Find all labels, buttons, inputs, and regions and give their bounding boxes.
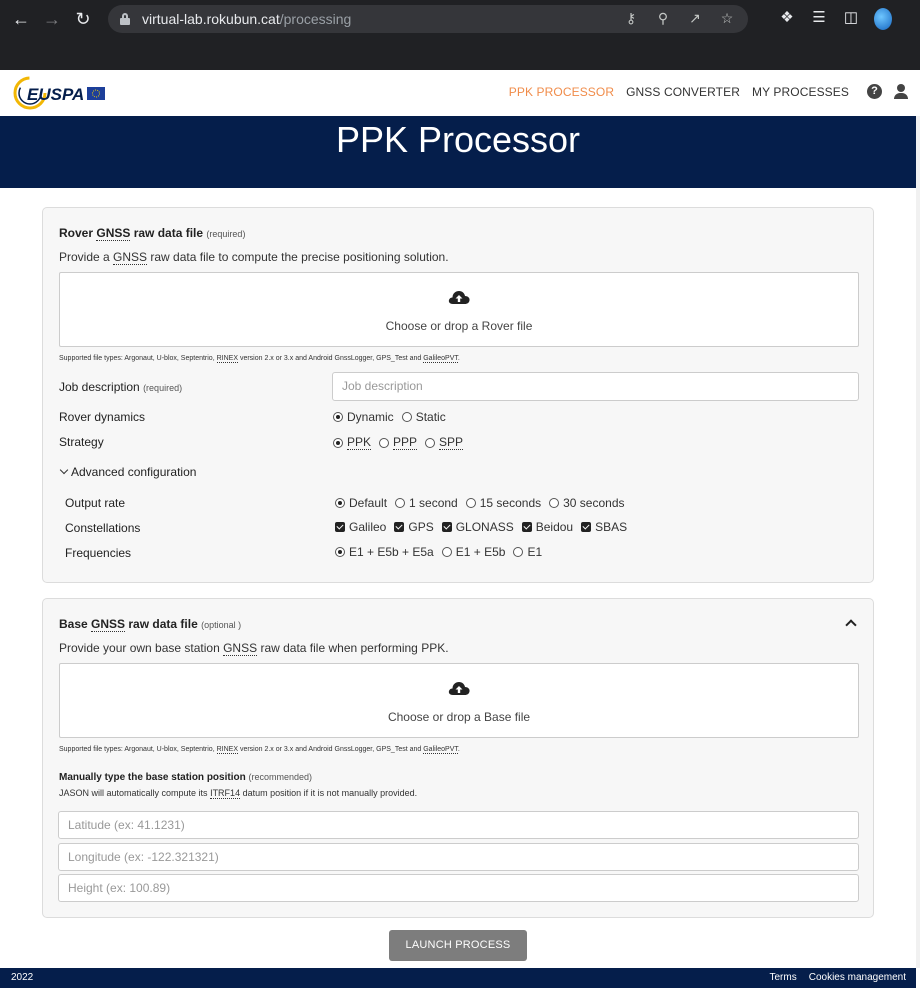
rover-section-title: Rover GNSS raw data file (required) — [59, 226, 246, 241]
app-header: EUSPA PPK PROCESSOR GNSS CONVERTER MY PR… — [0, 70, 920, 116]
zoom-icon[interactable]: ⚲ — [654, 10, 672, 27]
strategy-ppp-radio[interactable]: PPP — [379, 435, 418, 450]
share-icon[interactable]: ↗ — [686, 10, 704, 27]
nav-gnss-converter[interactable]: GNSS CONVERTER — [626, 85, 740, 99]
cloud-upload-icon — [448, 682, 470, 695]
output-rate-label: Output rate — [65, 496, 126, 510]
forward-icon[interactable]: → — [41, 8, 63, 30]
hero-banner: PPK Processor — [0, 116, 916, 188]
svg-text:EUSPA: EUSPA — [27, 85, 84, 104]
page-title: PPK Processor — [335, 119, 581, 160]
rover-dynamics-options: Dynamic Static — [333, 410, 454, 424]
rover-card: Rover GNSS raw data file (required) Prov… — [42, 207, 874, 583]
nav-my-processes[interactable]: MY PROCESSES — [752, 85, 849, 99]
profile-avatar[interactable] — [874, 8, 892, 30]
longitude-input[interactable]: Longitude (ex: -122.321321) — [58, 843, 859, 871]
output-rate-1s-radio[interactable]: 1 second — [395, 496, 458, 510]
constellation-gps-checkbox[interactable]: GPS — [394, 520, 434, 534]
constellations-options: Galileo GPS GLONASS Beidou SBAS — [335, 520, 635, 534]
frequency-e1-radio[interactable]: E1 — [513, 545, 542, 559]
base-file-dropzone[interactable]: Choose or drop a Base file — [59, 663, 859, 738]
page-scrollbar[interactable] — [916, 116, 920, 968]
extensions-icon[interactable]: ❖ — [778, 8, 796, 30]
rover-file-dropzone[interactable]: Choose or drop a Rover file — [59, 272, 859, 347]
constellation-beidou-checkbox[interactable]: Beidou — [521, 520, 573, 534]
output-rate-15s-radio[interactable]: 15 seconds — [465, 496, 541, 510]
footer-cookies-link[interactable]: Cookies management — [809, 972, 906, 983]
reload-icon[interactable]: ↻ — [72, 8, 94, 30]
dynamics-static-radio[interactable]: Static — [401, 410, 446, 424]
advanced-config-toggle[interactable]: Advanced configuration — [59, 465, 196, 479]
side-panel-icon[interactable]: ◫ — [842, 8, 860, 30]
required-note: (required) — [206, 229, 246, 239]
top-nav: PPK PROCESSOR GNSS CONVERTER MY PROCESSE… — [509, 84, 908, 99]
constellation-sbas-checkbox[interactable]: SBAS — [581, 520, 627, 534]
output-rate-default-radio[interactable]: Default — [335, 496, 387, 510]
address-bar[interactable]: virtual-lab.rokubun.cat/processing ⚷ ⚲ ↗… — [108, 5, 748, 33]
user-icon[interactable] — [894, 84, 908, 99]
constellations-label: Constellations — [65, 521, 141, 535]
bookmark-star-icon[interactable]: ☆ — [718, 10, 736, 27]
nav-ppk-processor[interactable]: PPK PROCESSOR — [509, 85, 614, 99]
footer-year: 2022 — [11, 972, 34, 983]
url-host: virtual-lab.rokubun.cat — [142, 11, 280, 27]
cloud-upload-icon — [448, 291, 470, 304]
strategy-label: Strategy — [59, 435, 104, 449]
dynamics-dynamic-radio[interactable]: Dynamic — [333, 410, 394, 424]
help-icon[interactable]: ? — [867, 84, 882, 99]
media-icon[interactable]: ☰ — [810, 8, 828, 30]
constellation-glonass-checkbox[interactable]: GLONASS — [441, 520, 514, 534]
optional-note: (optional ) — [201, 620, 242, 630]
base-drop-text: Choose or drop a Base file — [387, 710, 531, 724]
rover-drop-text: Choose or drop a Rover file — [385, 319, 533, 333]
height-input[interactable]: Height (ex: 100.89) — [58, 874, 859, 902]
rover-dynamics-label: Rover dynamics — [59, 410, 146, 424]
job-description-input[interactable]: Job description — [332, 372, 859, 401]
frequencies-label: Frequencies — [65, 546, 132, 560]
frequency-e1-e5b-e5a-radio[interactable]: E1 + E5b + E5a — [335, 545, 434, 559]
base-position-description: JASON will automatically compute its ITR… — [59, 788, 418, 799]
base-description: Provide your own base station GNSS raw d… — [59, 641, 449, 656]
base-supported-types: Supported file types: Argonaut, U-blox, … — [59, 746, 460, 754]
job-description-label: Job description (required) — [59, 380, 183, 394]
base-card: Base GNSS raw data file (optional ) Prov… — [42, 598, 874, 918]
strategy-ppk-radio[interactable]: PPK — [333, 435, 372, 450]
launch-process-button[interactable]: LAUNCH PROCESS — [389, 930, 527, 961]
lock-icon[interactable] — [120, 13, 130, 25]
footer-terms-link[interactable]: Terms — [769, 972, 796, 983]
url-path: /processing — [279, 11, 352, 27]
chevron-down-icon — [59, 465, 69, 474]
frequencies-options: E1 + E5b + E5a E1 + E5b E1 — [335, 545, 550, 559]
constellation-galileo-checkbox[interactable]: Galileo — [335, 520, 386, 534]
footer: 2022 Terms Cookies management — [0, 968, 916, 988]
base-position-title: Manually type the base station position … — [59, 772, 313, 783]
output-rate-options: Default 1 second 15 seconds 30 seconds — [335, 496, 633, 510]
latitude-input[interactable]: Latitude (ex: 41.1231) — [58, 811, 859, 839]
collapse-chevron-icon[interactable] — [845, 619, 857, 631]
rover-description: Provide a GNSS raw data file to compute … — [59, 250, 449, 265]
euspa-logo[interactable]: EUSPA — [12, 74, 107, 112]
rover-supported-types: Supported file types: Argonaut, U-blox, … — [59, 355, 460, 363]
strategy-options: PPK PPP SPP — [333, 435, 471, 450]
browser-chrome: ← → ↻ virtual-lab.rokubun.cat/processing… — [0, 0, 920, 70]
strategy-spp-radio[interactable]: SPP — [425, 435, 464, 450]
back-icon[interactable]: ← — [10, 8, 32, 30]
frequency-e1-e5b-radio[interactable]: E1 + E5b — [441, 545, 505, 559]
output-rate-30s-radio[interactable]: 30 seconds — [549, 496, 625, 510]
base-section-title: Base GNSS raw data file (optional ) — [59, 617, 242, 632]
key-icon[interactable]: ⚷ — [622, 10, 640, 27]
